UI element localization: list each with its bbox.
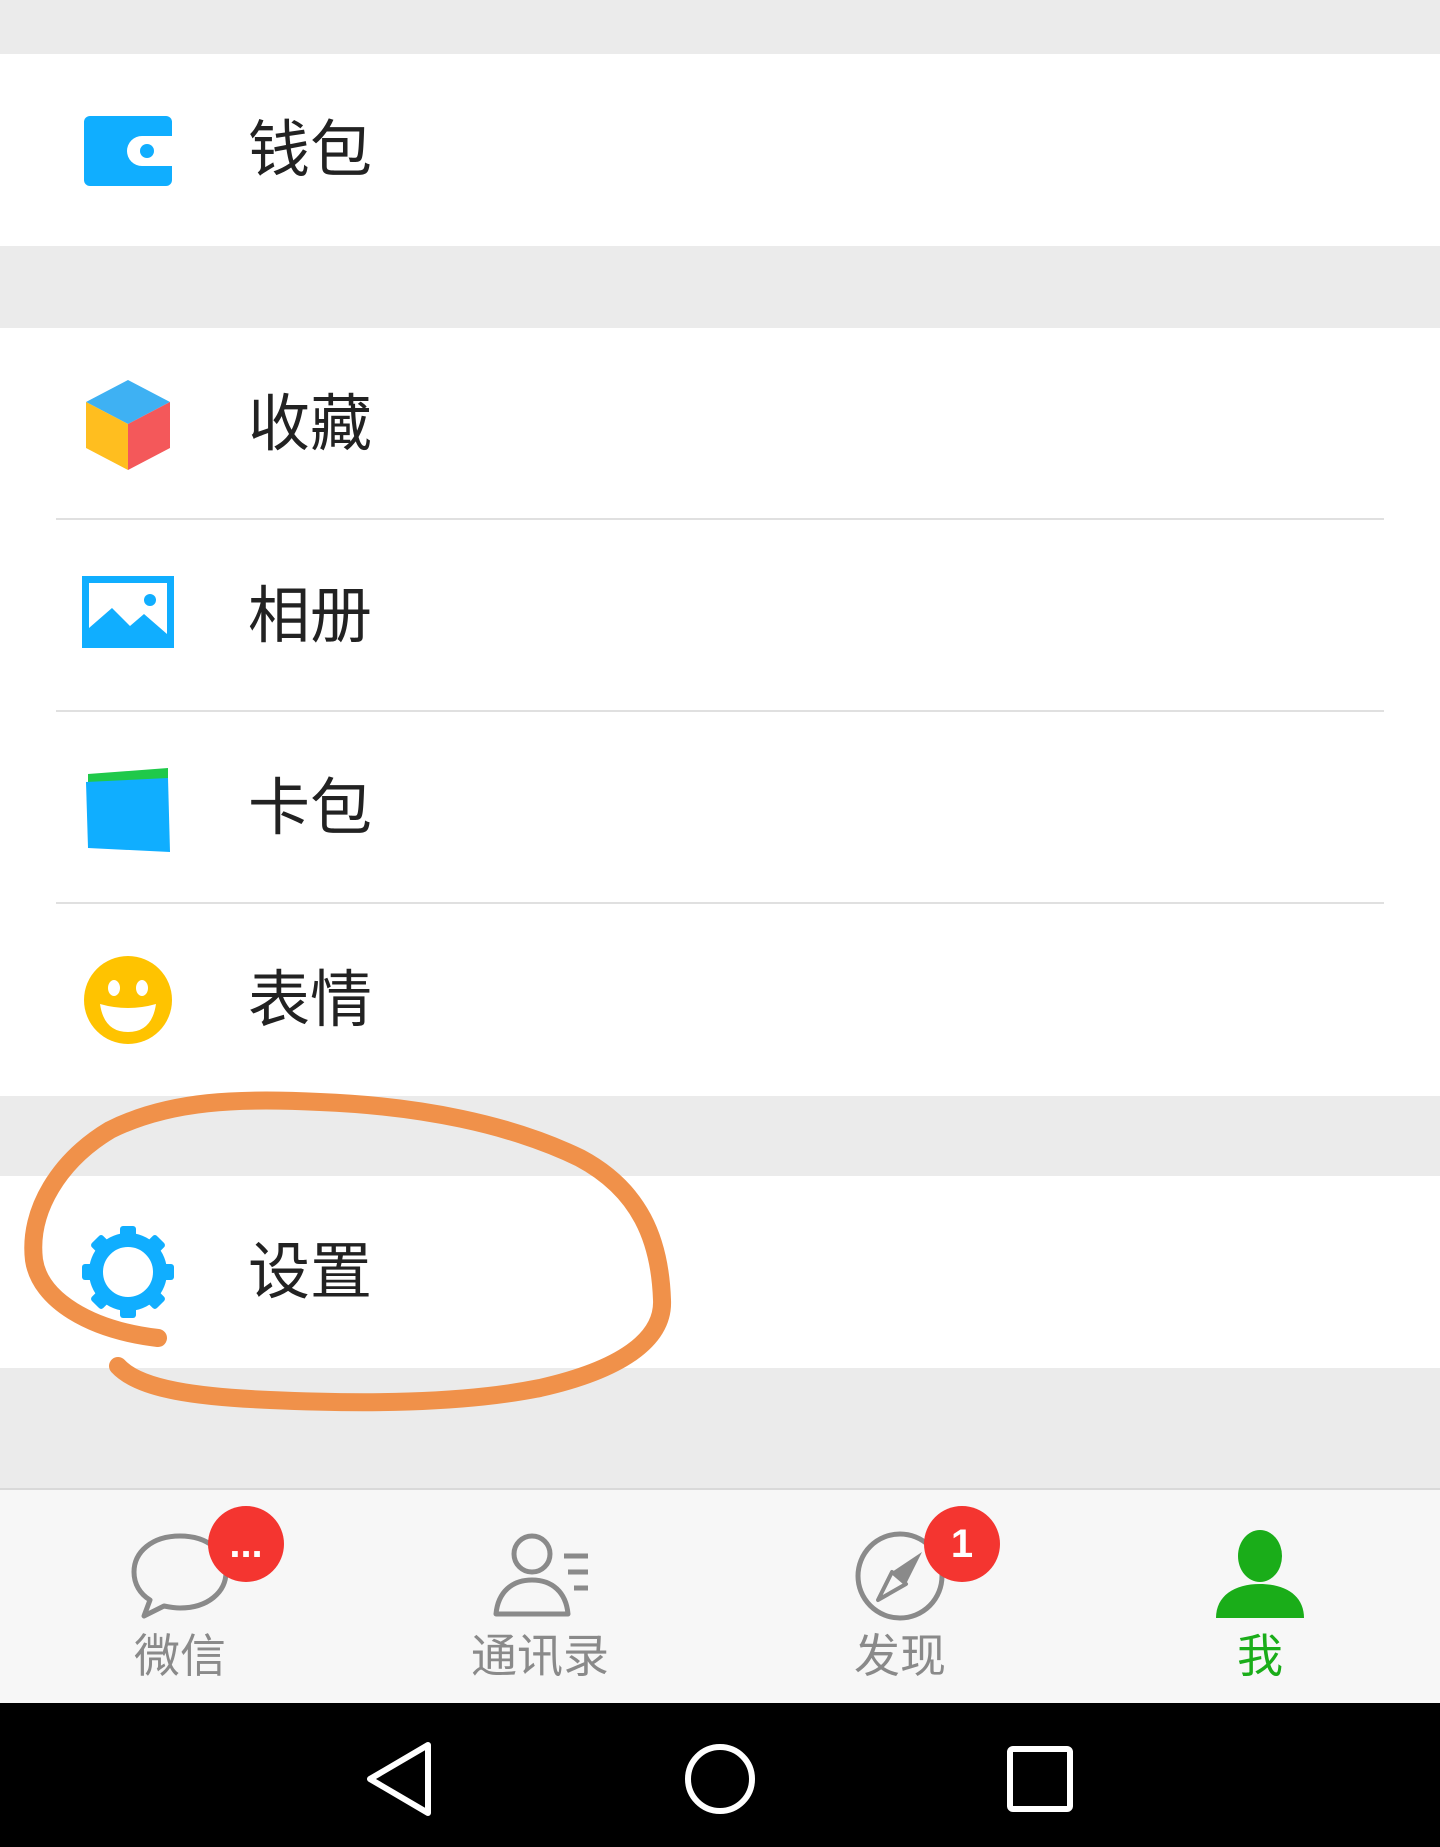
menu-label-album: 相册 — [248, 579, 373, 652]
home-icon[interactable] — [680, 1739, 760, 1819]
smiley-icon — [80, 952, 176, 1048]
wallet-icon — [80, 102, 176, 198]
menu-label-favorites: 收藏 — [248, 387, 373, 460]
menu-item-card-pack[interactable]: 卡包 — [0, 712, 1440, 904]
tab-label-chats: 微信 — [134, 1629, 226, 1683]
tab-label-contacts: 通讯录 — [471, 1629, 609, 1683]
gear-icon — [80, 1224, 176, 1320]
recents-icon[interactable] — [1000, 1739, 1080, 1819]
menu-label-card-pack: 卡包 — [248, 771, 373, 844]
tab-bar: ... 微信 通讯录 1 发现 我 — [0, 1488, 1440, 1703]
menu-item-album[interactable]: 相册 — [0, 520, 1440, 712]
image-icon — [80, 568, 176, 664]
tab-label-me: 我 — [1237, 1629, 1283, 1683]
cube-icon — [80, 376, 176, 472]
tab-chats[interactable]: ... 微信 — [0, 1490, 360, 1703]
tab-label-discover: 发现 — [854, 1629, 946, 1683]
person-icon — [1204, 1518, 1316, 1630]
tab-me[interactable]: 我 — [1080, 1490, 1440, 1703]
menu-item-settings[interactable]: 设置 — [0, 1176, 1440, 1368]
menu-label-settings: 设置 — [248, 1235, 373, 1308]
menu-item-wallet[interactable]: 钱包 — [0, 54, 1440, 246]
back-icon[interactable] — [360, 1739, 440, 1819]
tab-contacts[interactable]: 通讯录 — [360, 1490, 720, 1703]
menu-item-stickers[interactable]: 表情 — [0, 904, 1440, 1096]
tab-discover[interactable]: 1 发现 — [720, 1490, 1080, 1703]
unread-badge: ... — [208, 1506, 284, 1582]
card-icon — [80, 760, 176, 856]
contacts-icon — [484, 1518, 596, 1630]
system-nav-bar — [0, 1703, 1440, 1847]
menu-label-wallet: 钱包 — [248, 113, 373, 186]
menu-item-favorites[interactable]: 收藏 — [0, 328, 1440, 520]
discover-badge: 1 — [924, 1506, 1000, 1582]
menu-label-stickers: 表情 — [248, 963, 373, 1036]
